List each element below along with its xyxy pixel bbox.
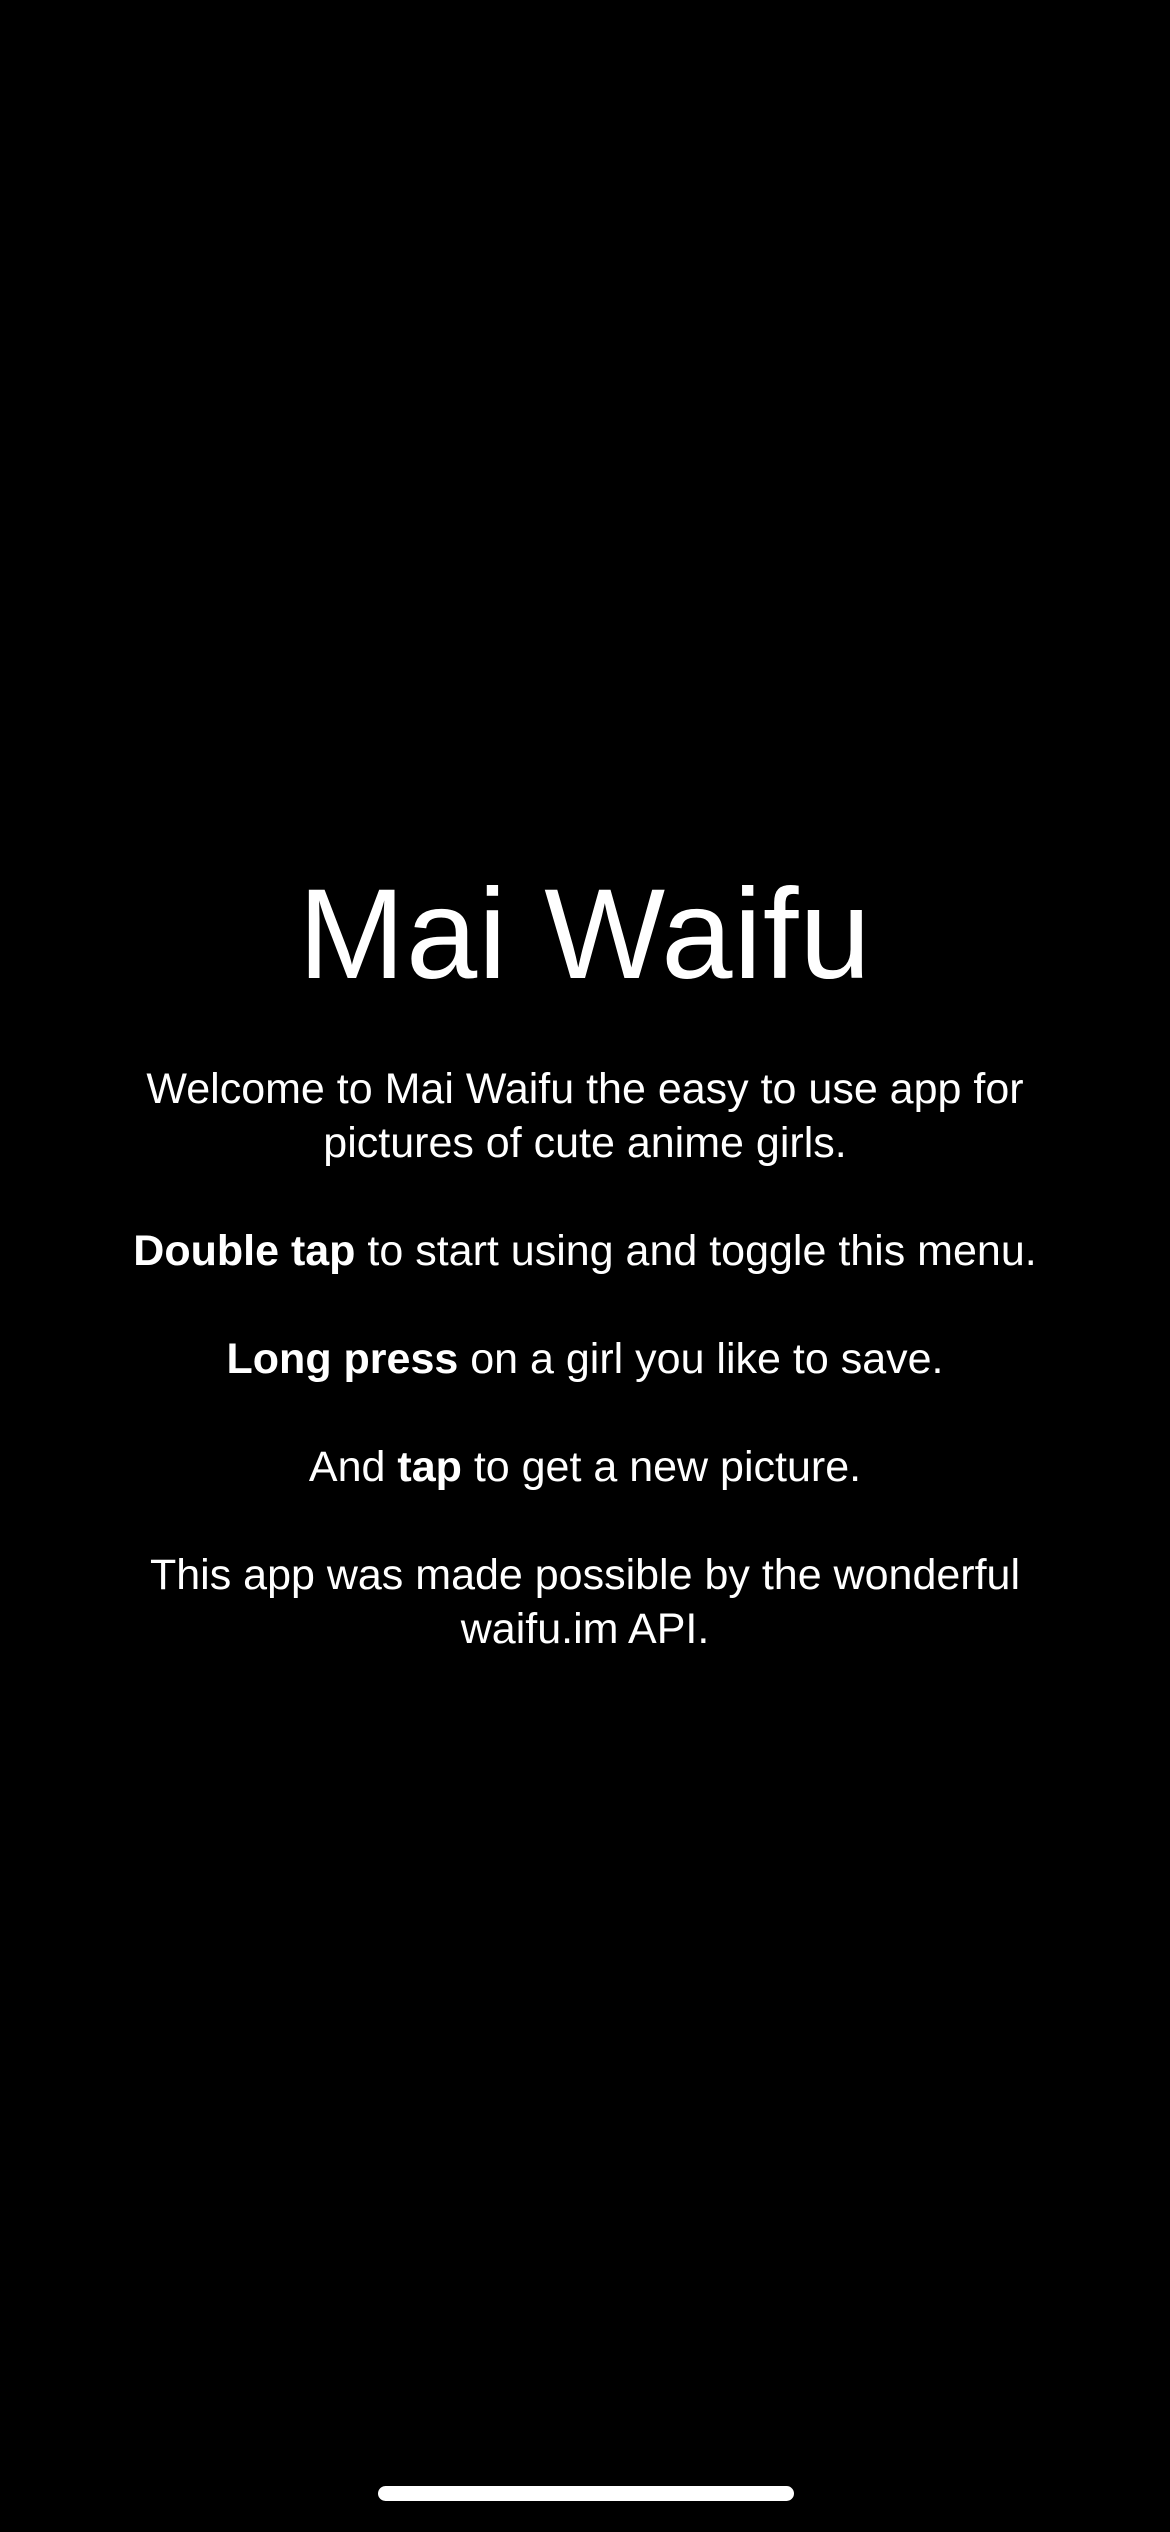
long-press-bold-text: Long press: [226, 1335, 459, 1383]
long-press-instruction: Long press on a girl you like to save.: [60, 1332, 1110, 1386]
tap-text: to get a new picture.: [461, 1443, 862, 1491]
intro-text: Welcome to Mai Waifu the easy to use app…: [60, 1062, 1110, 1170]
intro-text-line-1: Welcome to Mai Waifu the easy to use app…: [146, 1065, 1024, 1113]
tap-instruction: And tap to get a new picture.: [60, 1440, 1110, 1494]
tap-bold-text: tap: [397, 1443, 462, 1491]
credit-text-line-2: waifu.im API.: [460, 1605, 710, 1653]
double-tap-bold-text: Double tap: [133, 1227, 356, 1275]
app-title: Mai Waifu: [298, 863, 872, 1006]
welcome-screen[interactable]: Mai Waifu Welcome to Mai Waifu the easy …: [0, 0, 1170, 2532]
home-indicator[interactable]: [378, 2486, 794, 2501]
long-press-text: on a girl you like to save.: [458, 1335, 944, 1383]
intro-text-line-2: pictures of cute anime girls.: [323, 1119, 847, 1167]
double-tap-instruction: Double tap to start using and toggle thi…: [60, 1224, 1110, 1278]
tap-prefix-text: And: [308, 1443, 398, 1491]
credit-text: This app was made possible by the wonder…: [60, 1548, 1110, 1656]
credit-text-line-1: This app was made possible by the wonder…: [149, 1551, 1021, 1599]
double-tap-text: to start using and toggle this menu.: [355, 1227, 1037, 1275]
welcome-menu: Mai Waifu Welcome to Mai Waifu the easy …: [60, 860, 1110, 1656]
